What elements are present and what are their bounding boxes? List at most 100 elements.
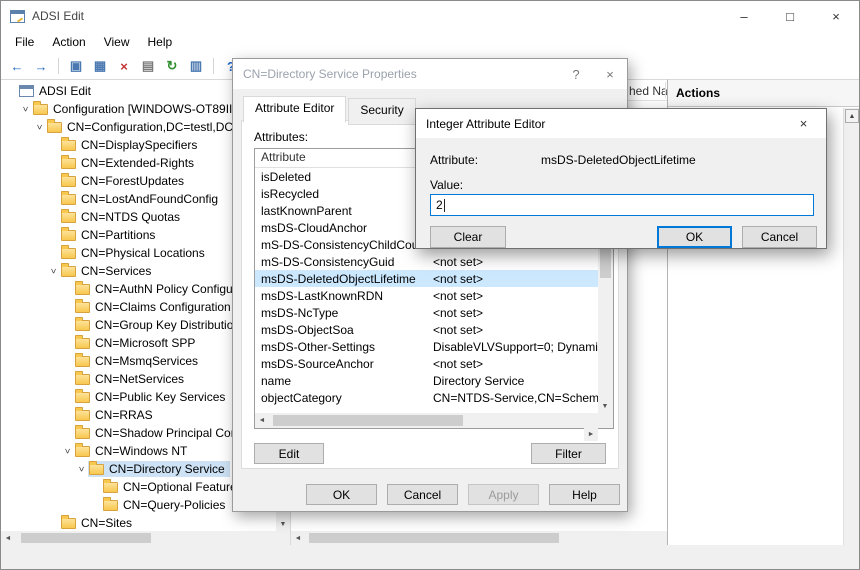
attribute-name-cell: msDS-LastKnownRDN [255, 288, 427, 303]
scroll-down-icon[interactable]: ▼ [276, 517, 290, 531]
list-horizontal-scrollbar: ◄ ► [291, 531, 667, 545]
attributes-label: Attributes: [254, 130, 308, 144]
scroll-right-icon[interactable]: ► [584, 427, 598, 441]
folder-icon [61, 212, 76, 223]
scrollbar-thumb[interactable] [309, 533, 559, 543]
forward-icon[interactable]: → [30, 56, 52, 76]
attribute-row[interactable]: mS-DS-ConsistencyGuid<not set> [255, 253, 598, 270]
edit-button[interactable]: Edit [254, 443, 324, 464]
attribute-column-header[interactable]: Attribute [255, 149, 427, 167]
tree-item-body: CN=Sites [60, 515, 137, 531]
folder-icon [75, 428, 90, 439]
help-button[interactable]: Help [549, 484, 620, 505]
tree-item-label: CN=Group Key Distribution [95, 318, 240, 332]
tree-item-label: ADSI Edit [39, 84, 91, 98]
document-icon[interactable]: ▤ [137, 56, 159, 76]
attribute-row[interactable]: nameDirectory Service [255, 372, 598, 389]
scrollbar-thumb[interactable] [21, 533, 151, 543]
table-icon[interactable]: ▦ [89, 56, 111, 76]
tab-attribute-editor[interactable]: Attribute Editor [243, 96, 346, 123]
attribute-value-cell: <not set> [427, 254, 598, 269]
export-list-icon[interactable]: ▥ [185, 56, 207, 76]
tree-item-body: CN=RRAS [74, 407, 158, 423]
attribute-name-cell: mS-DS-ConsistencyGuid [255, 254, 427, 269]
scrollbar-corner [276, 531, 290, 545]
tree-item[interactable]: CN=Sites [1, 514, 276, 531]
attribute-row[interactable]: msDS-DeletedObjectLifetime<not set> [255, 270, 598, 287]
tree-item-label: CN=NTDS Quotas [81, 210, 180, 224]
close-icon: × [832, 9, 840, 24]
folder-icon [89, 464, 104, 475]
attribute-value-cell: <not set> [427, 322, 598, 337]
menu-file[interactable]: File [6, 32, 43, 52]
tree-item-body: CN=Physical Locations [60, 245, 210, 261]
back-icon[interactable]: ← [6, 56, 28, 76]
attribute-row[interactable]: msDS-NcType<not set> [255, 304, 598, 321]
attribute-name-cell: isDeleted [255, 169, 427, 184]
cancel-button[interactable]: Cancel [387, 484, 458, 505]
dialog-close-button[interactable]: × [593, 59, 627, 89]
folder-icon [61, 248, 76, 259]
folder-icon [61, 518, 76, 529]
delete-icon[interactable]: × [113, 56, 135, 76]
scroll-down-icon[interactable]: ▼ [598, 399, 612, 413]
refresh-icon[interactable]: ↻ [161, 56, 183, 76]
attribute-value-cell: <not set> [427, 305, 598, 320]
ok-button[interactable]: OK [657, 226, 732, 248]
maximize-icon: □ [786, 9, 794, 24]
menu-action[interactable]: Action [43, 32, 94, 52]
console-window-icon[interactable]: ▣ [65, 56, 87, 76]
value-input[interactable]: 2 [430, 194, 814, 216]
integer-dialog-titlebar: Integer Attribute Editor × [416, 109, 826, 138]
tree-item-label: CN=Physical Locations [81, 246, 205, 260]
attribute-label: Attribute: [430, 153, 478, 167]
tree-item-body: CN=DisplaySpecifiers [60, 137, 202, 153]
tree-expand-chevron[interactable]: > [49, 265, 59, 278]
folder-icon [75, 338, 90, 349]
attribute-name-cell: msDS-CloudAnchor [255, 220, 427, 235]
value-label: Value: [430, 178, 463, 192]
tab-security[interactable]: Security [348, 98, 415, 125]
scroll-up-icon[interactable]: ▲ [845, 109, 859, 123]
question-icon: ? [572, 67, 579, 82]
cancel-button[interactable]: Cancel [742, 226, 817, 248]
tree-item-body: CN=Configuration,DC=testl,DC=lan [46, 119, 261, 135]
tree-expand-chevron[interactable]: > [77, 463, 87, 476]
attribute-row[interactable]: msDS-Other-SettingsDisableVLVSupport=0; … [255, 338, 598, 355]
scroll-left-icon[interactable]: ◄ [255, 413, 269, 427]
clear-button[interactable]: Clear [430, 226, 506, 248]
attribute-row[interactable]: msDS-LastKnownRDN<not set> [255, 287, 598, 304]
tree-item-body: CN=Optional Feature [102, 479, 242, 495]
attribute-name-cell: mS-DS-ConsistencyChildCount [255, 237, 427, 252]
tree-expand-chevron[interactable]: > [35, 121, 45, 134]
actions-pane-header: Actions [668, 80, 859, 107]
tree-horizontal-scrollbar: ◄ ► [1, 531, 276, 545]
tree-item-label: CN=AuthN Policy Configura [95, 282, 243, 296]
scroll-left-icon[interactable]: ◄ [291, 531, 305, 545]
window-title: ADSI Edit [32, 9, 84, 23]
tree-expand-chevron[interactable]: > [63, 445, 73, 458]
filter-button[interactable]: Filter [531, 443, 606, 464]
attribute-row[interactable]: msDS-SourceAnchor<not set> [255, 355, 598, 372]
dialog-close-button[interactable]: × [781, 109, 826, 138]
tree-item-label: CN=Windows NT [95, 444, 187, 458]
tree-expand-chevron[interactable]: > [21, 103, 31, 116]
tree-item-label: CN=NetServices [95, 372, 184, 386]
attribute-value-cell: DisableVLVSupport=0; DynamicO [427, 339, 598, 354]
scrollbar-thumb[interactable] [273, 415, 463, 426]
scroll-left-icon[interactable]: ◄ [1, 531, 15, 545]
menu-view[interactable]: View [95, 32, 139, 52]
menu-help[interactable]: Help [139, 32, 182, 52]
apply-button[interactable]: Apply [468, 484, 539, 505]
attribute-row[interactable]: objectCategoryCN=NTDS-Service,CN=Schema [255, 389, 598, 406]
column-divider[interactable] [665, 82, 666, 98]
folder-icon [75, 302, 90, 313]
minimize-button[interactable]: – [721, 1, 767, 31]
ok-button[interactable]: OK [306, 484, 377, 505]
tree-item-body: CN=Shadow Principal Confi [74, 425, 248, 441]
maximize-button[interactable]: □ [767, 1, 813, 31]
window-controls: – □ × [721, 1, 859, 31]
dialog-help-button[interactable]: ? [559, 59, 593, 89]
attribute-row[interactable]: msDS-ObjectSoa<not set> [255, 321, 598, 338]
close-button[interactable]: × [813, 1, 859, 31]
